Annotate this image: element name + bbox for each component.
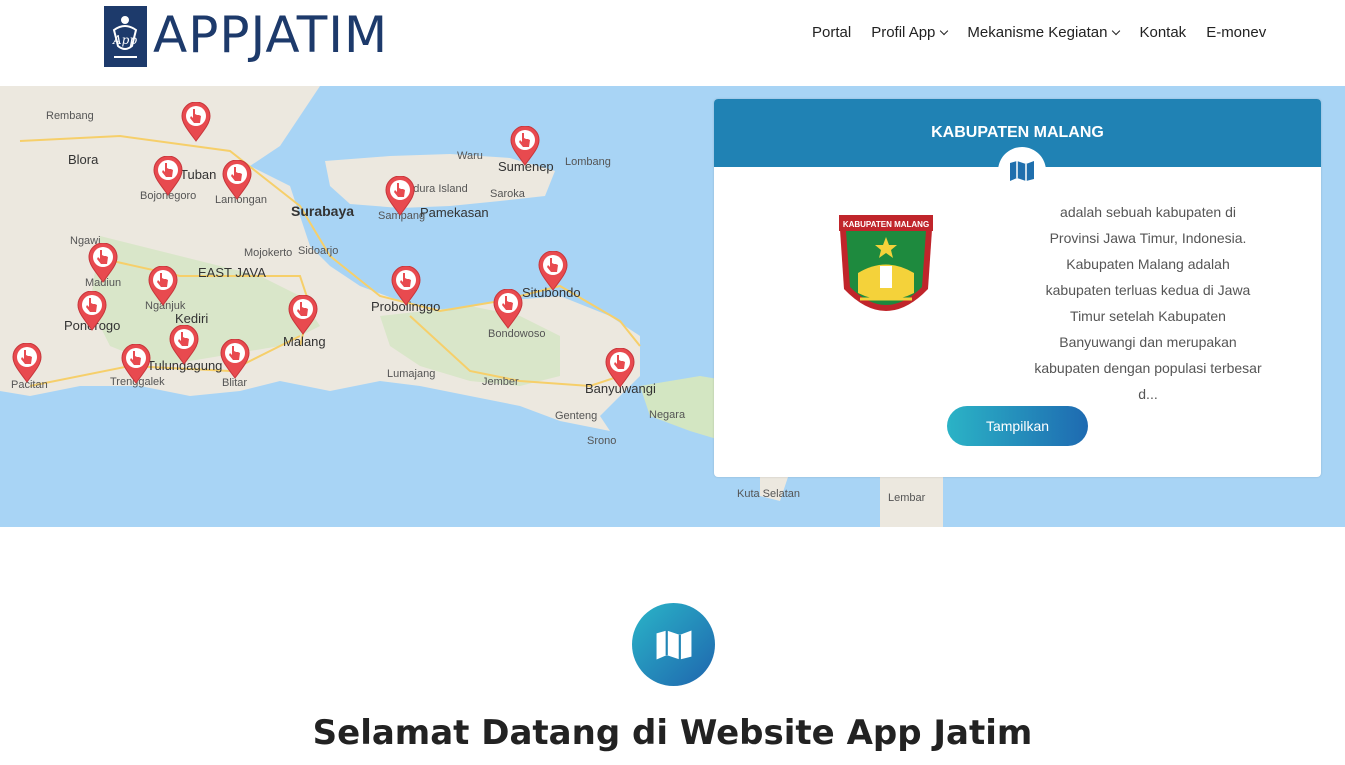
nav-label: Portal bbox=[812, 24, 852, 41]
svg-text:Malang: Malang bbox=[283, 334, 326, 349]
svg-text:Kuta Selatan: Kuta Selatan bbox=[737, 488, 800, 500]
svg-text:Bondowoso: Bondowoso bbox=[488, 328, 546, 340]
nav-e-monev[interactable]: E-monev bbox=[1206, 24, 1266, 41]
nav-kontak[interactable]: Kontak bbox=[1139, 24, 1186, 41]
svg-text:Tuban: Tuban bbox=[180, 167, 216, 182]
map-pin-hand-icon[interactable] bbox=[493, 289, 523, 329]
map-pin-hand-icon[interactable] bbox=[538, 251, 568, 291]
map-pin-hand-icon[interactable] bbox=[391, 266, 421, 306]
nav-mekanisme-kegiatan[interactable]: Mekanisme Kegiatan bbox=[967, 24, 1121, 41]
svg-text:Jember: Jember bbox=[482, 376, 519, 388]
svg-text:Genteng: Genteng bbox=[555, 410, 597, 422]
nav-portal[interactable]: Portal bbox=[812, 24, 851, 41]
svg-text:Kediri: Kediri bbox=[175, 311, 208, 326]
map-pin-hand-icon[interactable] bbox=[288, 295, 318, 335]
svg-text:App: App bbox=[112, 33, 137, 47]
map-pin-hand-icon[interactable] bbox=[77, 291, 107, 331]
svg-text:KABUPATEN MALANG: KABUPATEN MALANG bbox=[843, 220, 929, 229]
svg-text:EAST JAVA: EAST JAVA bbox=[198, 265, 266, 280]
svg-text:Surabaya: Surabaya bbox=[291, 203, 354, 219]
chevron-down-icon bbox=[1112, 26, 1121, 35]
svg-text:Waru: Waru bbox=[457, 150, 483, 162]
svg-text:Lembar: Lembar bbox=[888, 492, 926, 504]
main-nav: Portal Profil App Mekanisme Kegiatan Kon… bbox=[812, 24, 1266, 41]
map-pin-hand-icon[interactable] bbox=[148, 266, 178, 306]
svg-text:Mojokerto: Mojokerto bbox=[244, 247, 292, 259]
nav-profil-app[interactable]: Profil App bbox=[871, 24, 949, 41]
svg-text:Srono: Srono bbox=[587, 435, 616, 447]
kabupaten-emblem: KABUPATEN MALANG bbox=[836, 211, 936, 335]
map-pin-hand-icon[interactable] bbox=[385, 176, 415, 216]
logo-text[interactable]: APPJATIM bbox=[153, 4, 388, 66]
app-logo-icon[interactable]: App bbox=[104, 6, 147, 67]
map-pin-hand-icon[interactable] bbox=[88, 243, 118, 283]
map-pin-hand-icon[interactable] bbox=[605, 348, 635, 388]
welcome-title: Selamat Datang di Website App Jatim bbox=[312, 713, 1033, 753]
map-pin-hand-icon[interactable] bbox=[121, 344, 151, 384]
nav-label: Kontak bbox=[1139, 24, 1187, 41]
tampilkan-button[interactable]: Tampilkan bbox=[947, 406, 1088, 446]
map-pin-hand-icon[interactable] bbox=[169, 325, 199, 365]
map-pin-hand-icon[interactable] bbox=[510, 126, 540, 166]
map-icon bbox=[998, 147, 1046, 195]
region-info-card: KABUPATEN MALANG KABUPATEN MALANG adalah… bbox=[714, 99, 1321, 477]
svg-text:Pamekasan: Pamekasan bbox=[420, 205, 489, 220]
chevron-down-icon bbox=[940, 26, 949, 35]
svg-text:Sidoarjo: Sidoarjo bbox=[298, 245, 338, 257]
svg-text:Negara: Negara bbox=[649, 409, 686, 421]
map-pin-hand-icon[interactable] bbox=[220, 339, 250, 379]
card-description: adalah sebuah kabupaten di Provinsi Jawa… bbox=[1034, 204, 1262, 402]
map-pin-hand-icon[interactable] bbox=[181, 102, 211, 142]
map-pin-hand-icon[interactable] bbox=[153, 156, 183, 196]
nav-label: Mekanisme Kegiatan bbox=[967, 24, 1108, 41]
nav-label: E-monev bbox=[1206, 24, 1267, 41]
site-header: App APPJATIM Portal Profil App Mekanisme… bbox=[0, 0, 1345, 86]
svg-text:Lombang: Lombang bbox=[565, 156, 611, 168]
nav-label: Profil App bbox=[871, 24, 936, 41]
svg-text:Rembang: Rembang bbox=[46, 110, 94, 122]
svg-text:Blora: Blora bbox=[68, 152, 99, 167]
map-pin-hand-icon[interactable] bbox=[222, 160, 252, 200]
svg-text:Lumajang: Lumajang bbox=[387, 368, 435, 380]
map-pin-hand-icon[interactable] bbox=[12, 343, 42, 383]
svg-text:Saroka: Saroka bbox=[490, 188, 526, 200]
map-icon bbox=[632, 603, 715, 686]
